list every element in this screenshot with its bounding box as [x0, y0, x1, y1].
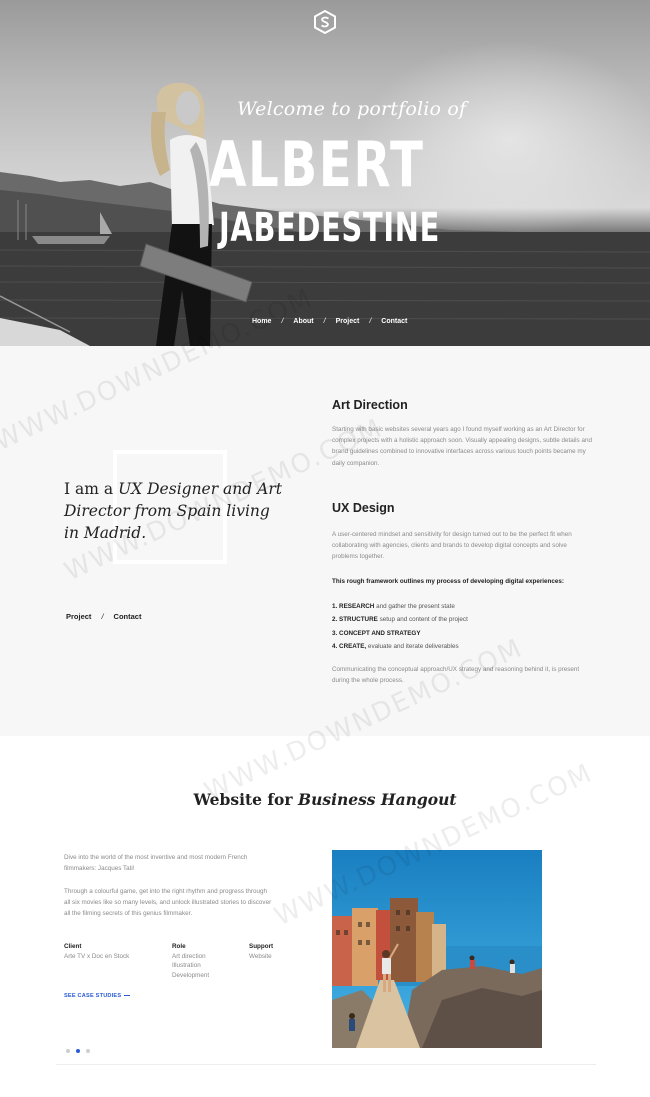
nav-about-link[interactable]: About	[293, 318, 313, 325]
about-links: Project / Contact	[66, 612, 141, 621]
role-label: Role	[172, 943, 186, 950]
process-step: 1. RESEARCH and gather the present state	[332, 603, 455, 610]
about-links-separator: /	[101, 612, 104, 621]
hexagon-s-logo-icon[interactable]	[314, 10, 336, 34]
support-value: Website	[249, 952, 272, 960]
project-support: Support Website	[249, 942, 273, 961]
framework-intro: This rough framework outlines my process…	[332, 578, 564, 585]
project-title: Website for Business Hangout	[193, 790, 457, 809]
project-role: Role Art direction Illustration Developm…	[172, 942, 209, 980]
art-direction-heading: Art Direction	[332, 398, 408, 412]
process-closing-text: Communicating the conceptual approach/UX…	[332, 666, 580, 685]
ux-design-heading: UX Design	[332, 501, 395, 515]
ux-design-text: A user-centered mindset and sensitivity …	[332, 531, 572, 561]
nav-home-link[interactable]: Home	[252, 318, 271, 325]
about-project-link[interactable]: Project	[66, 612, 91, 621]
tagline-plain: I am a	[64, 480, 114, 498]
about-contact-link[interactable]: Contact	[114, 612, 142, 621]
boat-hull	[32, 236, 110, 244]
support-label: Support	[249, 943, 274, 950]
about-tagline: I am a UX Designer and Art Director from…	[64, 478, 284, 544]
see-case-studies-link[interactable]: SEE CASE STUDIES	[64, 993, 131, 999]
process-step: 4. CREATE, evaluate and iterate delivera…	[332, 642, 459, 650]
slider-dots	[66, 1049, 90, 1053]
nav-contact-link[interactable]: Contact	[381, 318, 407, 325]
role-value: Art direction	[172, 952, 206, 960]
project-description-intro: Dive into the world of the most inventiv…	[64, 854, 248, 873]
hero-first-name: ALBERT	[209, 128, 425, 201]
project-client: Client Arte TV x Doc en Stock	[64, 942, 129, 961]
project-photo-illustration	[332, 850, 542, 1048]
process-step: 3. CONCEPT AND STRATEGY	[332, 629, 421, 637]
slider-dot[interactable]	[66, 1049, 70, 1053]
hero-section: Welcome to portfolio of ALBERT JABEDESTI…	[0, 0, 650, 346]
role-value: Illustration	[172, 962, 201, 970]
project-description-body: Through a colourful game, get into the r…	[64, 888, 272, 918]
project-photo[interactable]	[332, 850, 542, 1048]
slider-dot[interactable]	[86, 1049, 90, 1053]
art-direction-text: Starting with basic websites several yea…	[332, 426, 592, 467]
nav-separator: /	[323, 318, 326, 325]
hero-nav: Home / About / Project / Contact	[252, 318, 407, 325]
role-value: Development	[172, 971, 210, 979]
arrow-dash-icon	[124, 995, 131, 997]
nav-separator: /	[281, 318, 284, 325]
client-label: Client	[64, 943, 82, 950]
client-value: Arte TV x Doc en Stock	[64, 952, 130, 960]
nav-separator: /	[369, 318, 372, 325]
slider-dot-active[interactable]	[76, 1049, 80, 1053]
hero-last-name: JABEDESTINE	[219, 205, 441, 251]
process-step: 2. STRUCTURE setup and content of the pr…	[332, 616, 468, 624]
section-divider	[56, 1064, 596, 1065]
nav-project-link[interactable]: Project	[336, 318, 360, 325]
hero-welcome-text: Welcome to portfolio of	[237, 98, 467, 120]
process-steps-list: 1. RESEARCH and gather the present state…	[332, 600, 592, 653]
